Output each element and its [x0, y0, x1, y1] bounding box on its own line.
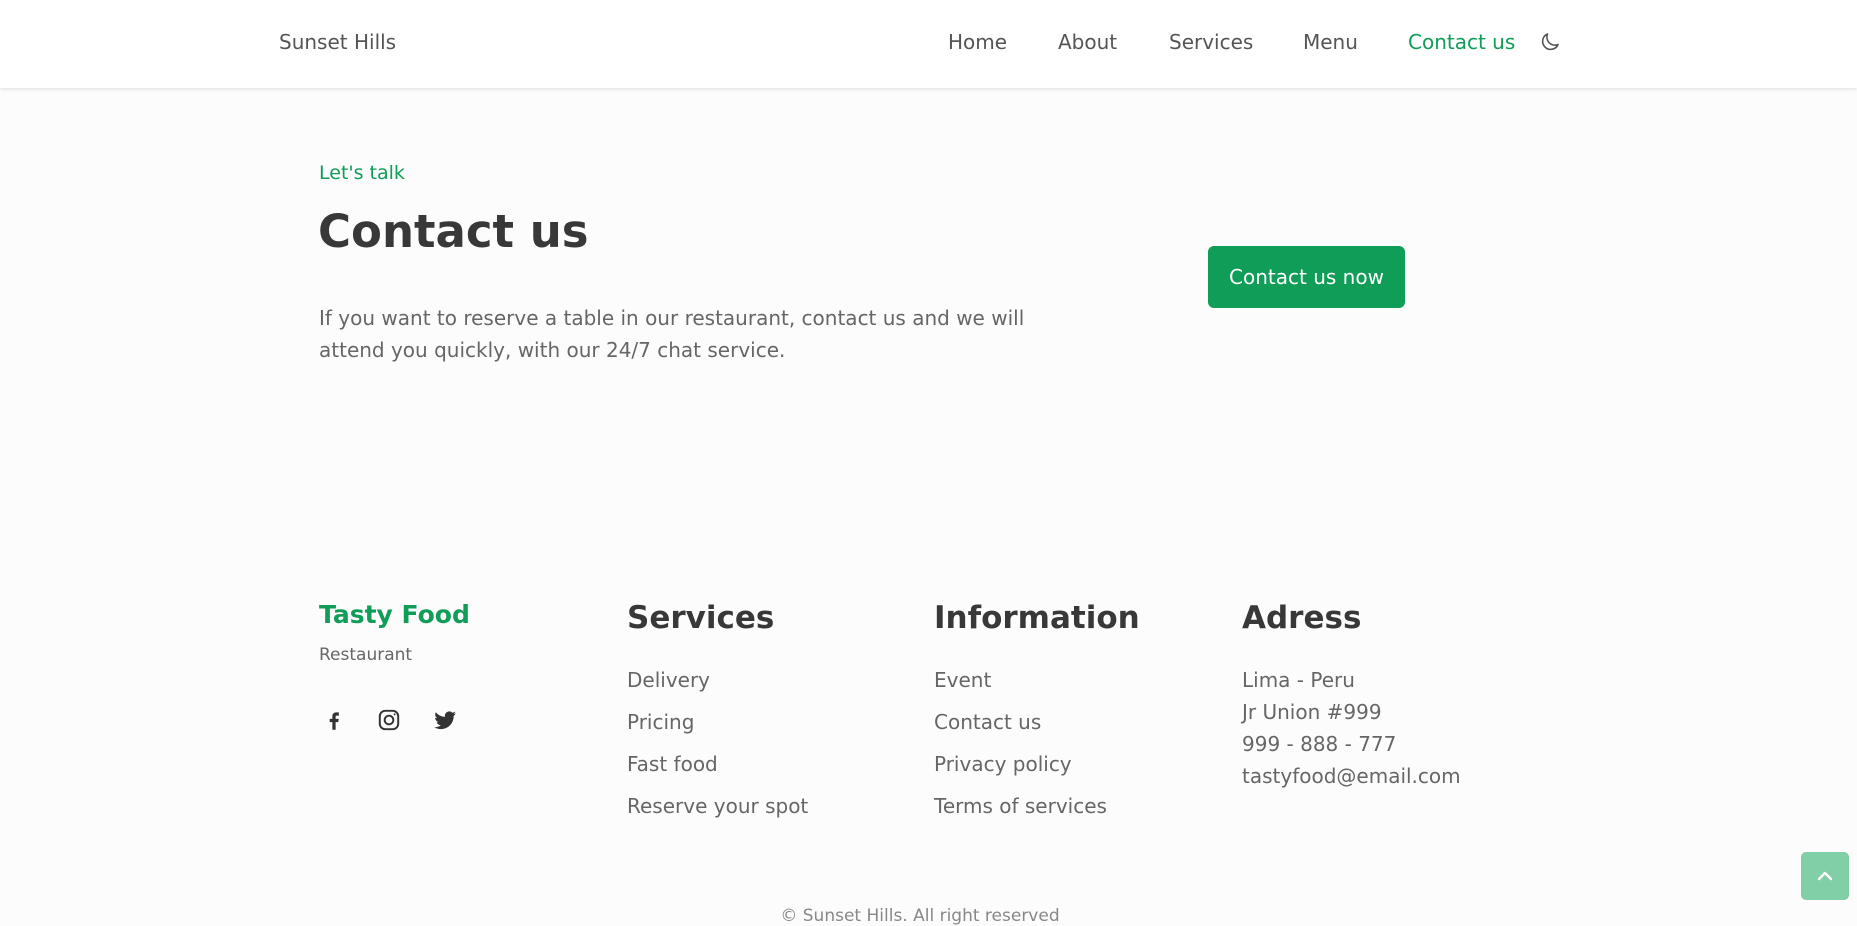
nav-services[interactable]: Services — [1169, 30, 1253, 54]
services-title: Services — [627, 600, 775, 636]
instagram-icon[interactable] — [376, 707, 402, 733]
address-phone: 999 - 888 - 777 — [1242, 732, 1397, 756]
scroll-up-button[interactable] — [1801, 852, 1849, 900]
site-header: Sunset Hills Home About Services Menu Co… — [0, 0, 1857, 88]
site-logo[interactable]: Sunset Hills — [279, 30, 396, 54]
section-subtitle: Let's talk — [319, 162, 405, 184]
link-contact-us[interactable]: Contact us — [934, 710, 1041, 734]
link-privacy-policy[interactable]: Privacy policy — [934, 752, 1072, 776]
address-city: Lima - Peru — [1242, 668, 1355, 692]
address-street: Jr Union #999 — [1242, 700, 1382, 724]
link-pricing[interactable]: Pricing — [627, 710, 694, 734]
chevron-up-icon — [1817, 871, 1833, 881]
nav-contact[interactable]: Contact us — [1408, 30, 1515, 54]
twitter-icon[interactable] — [432, 707, 458, 733]
contact-now-button[interactable]: Contact us now — [1208, 246, 1405, 308]
nav-about[interactable]: About — [1058, 30, 1117, 54]
link-terms[interactable]: Terms of services — [934, 794, 1107, 818]
nav-menu[interactable]: Menu — [1303, 30, 1358, 54]
moon-icon[interactable] — [1538, 30, 1562, 54]
section-description: If you want to reserve a table in our re… — [319, 306, 1025, 362]
address-title: Adress — [1242, 600, 1362, 636]
footer-brand-subtitle: Restaurant — [319, 645, 413, 665]
information-title: Information — [934, 600, 1140, 636]
facebook-icon[interactable] — [321, 707, 347, 733]
nav-home[interactable]: Home — [948, 30, 1007, 54]
footer-brand[interactable]: Tasty Food — [319, 600, 470, 629]
link-fast-food[interactable]: Fast food — [627, 752, 718, 776]
copyright: © Sunset Hills. All right reserved — [780, 906, 1060, 926]
link-delivery[interactable]: Delivery — [627, 668, 710, 692]
section-title: Contact us — [318, 205, 589, 258]
link-event[interactable]: Event — [934, 668, 991, 692]
link-reserve-spot[interactable]: Reserve your spot — [627, 794, 808, 818]
address-email: tastyfood@email.com — [1242, 764, 1461, 788]
